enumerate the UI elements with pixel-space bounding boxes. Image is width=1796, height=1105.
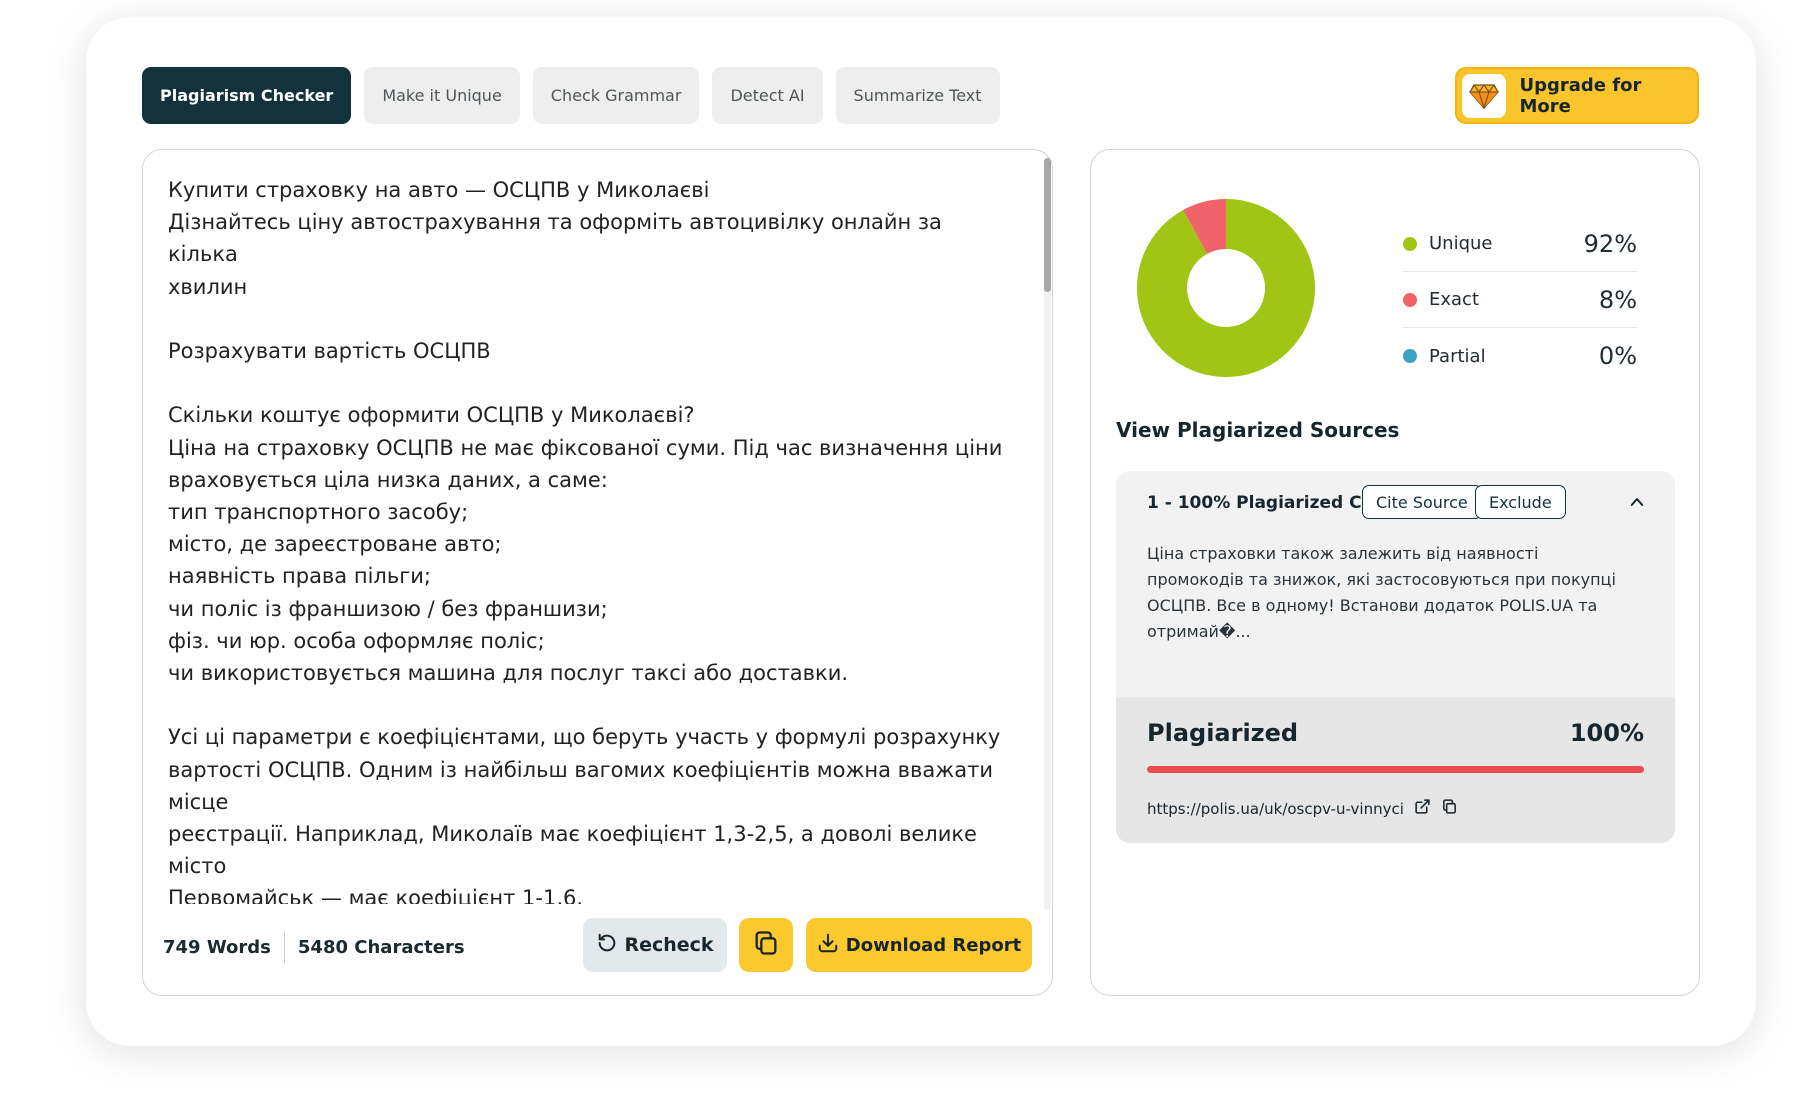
text-stats: 749 Words 5480 Characters: [163, 931, 465, 963]
originality-donut-chart: [1137, 199, 1315, 377]
legend-row-partial: Partial 0%: [1403, 328, 1637, 384]
legend-row-unique: Unique 92%: [1403, 216, 1637, 272]
copy-url-icon[interactable]: [1441, 798, 1458, 819]
recheck-button[interactable]: Recheck: [583, 918, 727, 972]
legend-value: 0%: [1598, 342, 1637, 370]
plagiarized-value: 100%: [1569, 719, 1644, 747]
legend-dot-unique: [1403, 236, 1417, 251]
legend-label: Exact: [1429, 289, 1480, 310]
source-card: 1 - 100% Plagiarized Content Cite Source…: [1116, 471, 1675, 843]
upgrade-label: Upgrade for More: [1519, 74, 1642, 117]
plagiarized-progress-bar: [1147, 766, 1644, 773]
exclude-button[interactable]: Exclude: [1475, 485, 1566, 519]
editor-scroll-thumb[interactable]: [1044, 158, 1051, 292]
character-count: 5480 Characters: [297, 936, 465, 958]
source-url-row: https://polis.ua/uk/oscpv-u-vinnyci: [1147, 798, 1458, 819]
download-icon: [817, 932, 839, 959]
download-report-button[interactable]: Download Report: [806, 918, 1032, 972]
tab-make-it-unique[interactable]: Make it Unique: [364, 67, 520, 124]
copy-icon: [752, 929, 780, 961]
chart-legend: Unique 92% Exact 8% Partial 0%: [1403, 216, 1637, 384]
chevron-up-icon[interactable]: [1628, 493, 1646, 515]
cite-source-button[interactable]: Cite Source: [1362, 485, 1482, 519]
word-count: 749 Words: [163, 936, 271, 958]
tab-summarize-text[interactable]: Summarize Text: [835, 67, 1000, 124]
tool-tabs: Plagiarism Checker Make it Unique Check …: [142, 67, 1000, 124]
upgrade-button[interactable]: Upgrade for More: [1455, 67, 1699, 124]
editor-scrollbar[interactable]: [1044, 158, 1051, 910]
plagiarized-summary: Plagiarized 100% https://polis.ua/uk/osc…: [1116, 697, 1675, 843]
plagiarized-label: Plagiarized: [1147, 719, 1299, 747]
legend-row-exact: Exact 8%: [1403, 272, 1637, 328]
legend-dot-partial: [1403, 349, 1417, 363]
recheck-label: Recheck: [624, 934, 714, 956]
text-input-area[interactable]: Купити страховку на авто — ОСЦПВ у Микол…: [168, 174, 1018, 904]
refresh-icon: [596, 932, 618, 959]
source-url-link[interactable]: https://polis.ua/uk/oscpv-u-vinnyci: [1147, 800, 1404, 818]
tab-plagiarism-checker[interactable]: Plagiarism Checker: [142, 67, 352, 124]
text-editor-panel: Купити страховку на авто — ОСЦПВ у Микол…: [142, 149, 1053, 996]
source-excerpt: Ціна страховки також залежить від наявно…: [1147, 544, 1616, 641]
external-link-icon[interactable]: [1414, 798, 1431, 819]
copy-text-button[interactable]: [739, 918, 793, 972]
download-label: Download Report: [845, 934, 1022, 956]
legend-dot-exact: [1403, 292, 1417, 307]
tab-detect-ai[interactable]: Detect AI: [712, 67, 823, 124]
legend-label: Partial: [1429, 345, 1486, 367]
diamond-icon: [1462, 73, 1506, 118]
tab-check-grammar[interactable]: Check Grammar: [532, 67, 700, 124]
results-panel: Unique 92% Exact 8% Partial 0% View Plag…: [1090, 149, 1700, 996]
legend-value: 8%: [1598, 285, 1637, 314]
stats-divider: [283, 931, 285, 963]
plagiarized-progress-fill: [1147, 766, 1644, 773]
legend-label: Unique: [1429, 233, 1493, 254]
sources-title: View Plagiarized Sources: [1116, 418, 1400, 442]
legend-value: 92%: [1583, 229, 1637, 258]
